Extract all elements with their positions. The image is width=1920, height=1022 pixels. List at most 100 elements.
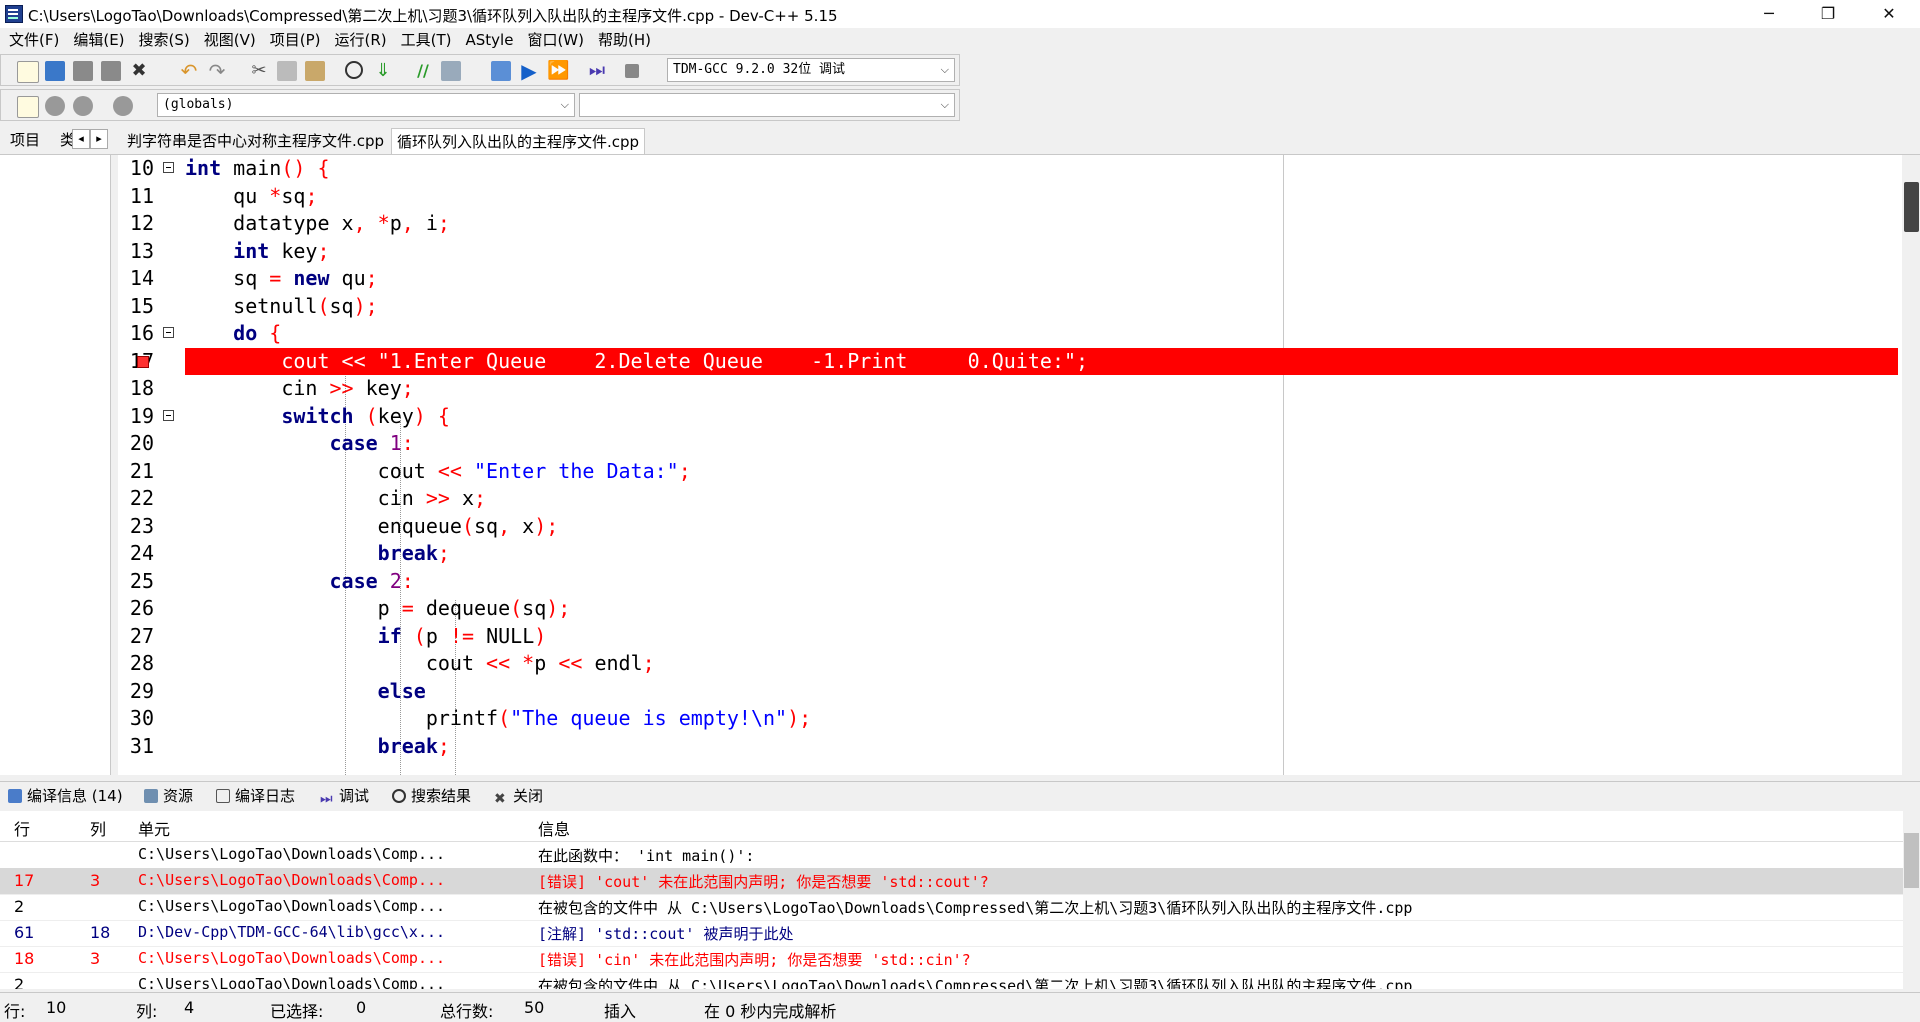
comment-icon[interactable]: // [413,61,433,81]
column-header-row[interactable]: 行 [14,816,30,840]
fold-toggle-icon[interactable] [163,327,174,338]
table-row[interactable]: 2 C:\Users\LogoTao\Downloads\Comp... 在被包… [0,894,1903,921]
stop-icon[interactable] [625,64,639,78]
bottom-tab-bar: 编译信息 (14) 资源 编译日志 ⏭ 调试 搜索结果 ✖ 关闭 [0,781,1920,810]
code-line: 18 cin >> key; [118,375,1898,403]
format-icon[interactable] [441,61,461,81]
code-text: printf("The queue is empty!\n"); [185,706,812,730]
code-text: cout << *p << endl; [185,651,655,675]
line-number: 11 [129,183,154,208]
chevron-down-icon: ⌵ [560,98,569,111]
code-text: datatype x, *p, i; [185,211,450,235]
menu-search[interactable]: 搜索(S) [139,28,190,52]
status-selected-label: 已选择: [270,1002,324,1021]
tab-project[interactable]: 项目 [10,128,40,152]
cell-unit: D:\Dev-Cpp\TDM-GCC-64\lib\gcc\x... [138,923,446,941]
scope-select[interactable]: (globals) ⌵ [157,93,575,117]
file-tab-queue[interactable]: 循环队列入队出队的主程序文件.cpp [391,128,646,154]
status-selected-value: 0 [356,998,367,1017]
code-line: 12 datatype x, *p, i; [118,210,1898,238]
line-number: 12 [129,211,154,235]
status-row-label: 行: [4,1002,26,1021]
editor-scrollbar[interactable] [1903,155,1920,775]
gear-icon[interactable] [45,96,65,116]
maximize-button[interactable]: ❐ [1805,0,1851,28]
column-header-unit[interactable]: 单元 [138,816,170,840]
tab-scroll-right-icon[interactable]: ▸ [90,129,108,149]
fold-toggle-icon[interactable] [163,409,174,421]
code-line: 30 printf("The queue is empty!\n"); [118,705,1898,733]
code-text: break; [377,541,450,565]
compile-run-icon[interactable]: ⏩ [547,61,569,81]
redo-icon[interactable]: ↷ [207,61,227,81]
paste-icon[interactable] [305,61,325,81]
menu-run[interactable]: 运行(R) [334,28,386,52]
table-row[interactable]: 2 C:\Users\LogoTao\Downloads\Comp... 在被包… [0,972,1903,989]
goto-icon[interactable]: ⇓ [373,61,393,81]
code-line: 25 case 2: [118,568,1898,596]
menu-help[interactable]: 帮助(H) [598,28,651,52]
cut-icon[interactable]: ✂ [249,61,269,81]
table-row[interactable]: 17 3 C:\Users\LogoTao\Downloads\Comp... … [0,868,1903,895]
project-panel[interactable] [0,155,111,775]
member-select[interactable]: ⌵ [579,93,955,117]
close-file-icon[interactable]: ✖ [129,61,149,81]
table-row[interactable]: 61 18 D:\Dev-Cpp\TDM-GCC-64\lib\gcc\x...… [0,920,1903,947]
code-line: 10 int main() { [118,155,1898,183]
line-number: 18 [129,376,154,400]
new-class-icon[interactable] [17,96,39,118]
code-line: 21 cout << "Enter the Data:"; [118,458,1898,486]
file-tab-symmetric[interactable]: 判字符串是否中心对称主程序文件.cpp [122,128,389,154]
main-toolbar: ✖ ↶ ↷ ✂ ⇓ // ▶ ⏩ ⏭ TDM-GCC 9.2.0 32位 调试 … [0,54,960,86]
table-row[interactable]: 18 3 C:\Users\LogoTao\Downloads\Comp... … [0,946,1903,973]
code-editor[interactable]: 10 int main() { 11 qu *sq; 12 datatype x,… [118,155,1902,775]
gear-icon[interactable] [113,96,133,116]
menu-edit[interactable]: 编辑(E) [73,28,124,52]
tab-close[interactable]: ✖ 关闭 [494,785,543,807]
column-header-col[interactable]: 列 [90,816,106,840]
compile-icon[interactable] [491,61,511,81]
run-icon[interactable]: ▶ [519,61,539,81]
table-row[interactable]: C:\Users\LogoTao\Downloads\Comp... 在此函数中… [0,842,1903,869]
fold-toggle-icon[interactable] [163,162,174,173]
status-total-lines-value: 50 [524,998,545,1017]
tab-label: 编译日志 [235,787,296,805]
copy-icon[interactable] [277,61,297,81]
compiler-select[interactable]: TDM-GCC 9.2.0 32位 调试 ⌵ [667,58,955,82]
scrollbar-thumb[interactable] [1904,182,1919,232]
messages-scrollbar[interactable] [1903,811,1920,989]
menu-view[interactable]: 视图(V) [204,28,256,52]
save-icon[interactable] [73,61,93,81]
minimize-button[interactable]: ─ [1746,0,1792,28]
chevron-down-icon: ⌵ [940,63,949,76]
debug-icon[interactable]: ⏭ [587,61,607,81]
tab-compile-log[interactable]: 编译日志 [216,785,295,807]
close-button[interactable]: ✕ [1866,0,1912,28]
tab-compile-info[interactable]: 编译信息 (14) [8,785,123,807]
gear-icon[interactable] [73,96,93,116]
code-text: p = dequeue(sq); [185,596,571,620]
menu-window[interactable]: 窗口(W) [527,28,584,52]
scrollbar-thumb[interactable] [1904,833,1919,888]
tab-debug[interactable]: ⏭ 调试 [320,785,369,807]
undo-icon[interactable]: ↶ [179,61,199,81]
menu-astyle[interactable]: AStyle [466,28,514,52]
menu-project[interactable]: 项目(P) [270,28,321,52]
menu-file[interactable]: 文件(F) [9,28,59,52]
new-file-icon[interactable] [17,61,39,83]
code-line: 15 setnull(sq); [118,293,1898,321]
tab-classes[interactable]: 类 [60,128,72,152]
tab-search-results[interactable]: 搜索结果 [392,785,471,807]
tab-label: 调试 [339,787,370,805]
tab-resources[interactable]: 资源 [144,785,193,807]
find-icon[interactable] [345,61,363,79]
open-file-icon[interactable] [45,61,65,81]
save-all-icon[interactable] [101,61,121,81]
line-number: 20 [129,431,154,455]
code-text: do { [233,321,282,345]
tab-scroll-left-icon[interactable]: ◂ [72,129,90,149]
error-code-line: 17 cout << "1.Enter Queue 2.Delete Queue… [118,347,1898,375]
cell-col: 3 [90,949,101,968]
menu-tools[interactable]: 工具(T) [401,28,452,52]
column-header-info[interactable]: 信息 [538,816,570,840]
